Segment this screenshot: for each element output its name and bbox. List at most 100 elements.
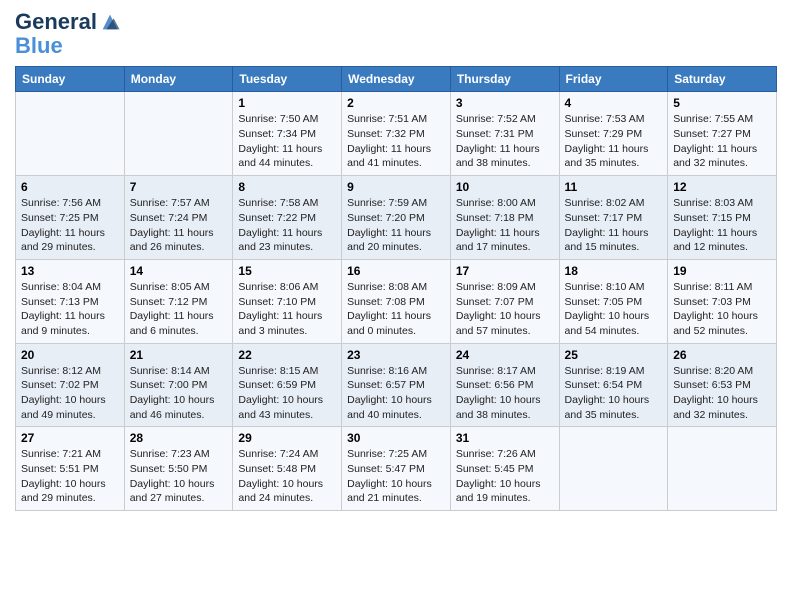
cell-info: Sunrise: 8:08 AM Sunset: 7:08 PM Dayligh…	[347, 280, 445, 339]
cell-info: Sunrise: 7:23 AM Sunset: 5:50 PM Dayligh…	[130, 447, 228, 506]
day-number: 31	[456, 431, 554, 445]
calendar-cell-r1c4: 10 Sunrise: 8:00 AM Sunset: 7:18 PM Dayli…	[450, 176, 559, 260]
day-number: 6	[21, 180, 119, 194]
cell-info: Sunrise: 8:11 AM Sunset: 7:03 PM Dayligh…	[673, 280, 771, 339]
day-number: 12	[673, 180, 771, 194]
calendar-cell-r4c1: 28 Sunrise: 7:23 AM Sunset: 5:50 PM Dayli…	[124, 427, 233, 511]
cell-info: Sunrise: 8:03 AM Sunset: 7:15 PM Dayligh…	[673, 196, 771, 255]
day-number: 5	[673, 96, 771, 110]
calendar-cell-r4c4: 31 Sunrise: 7:26 AM Sunset: 5:45 PM Dayli…	[450, 427, 559, 511]
day-number: 15	[238, 264, 336, 278]
day-number: 27	[21, 431, 119, 445]
calendar-cell-r1c6: 12 Sunrise: 8:03 AM Sunset: 7:15 PM Dayli…	[668, 176, 777, 260]
cell-info: Sunrise: 7:59 AM Sunset: 7:20 PM Dayligh…	[347, 196, 445, 255]
logo: General Blue	[15, 10, 121, 58]
day-number: 2	[347, 96, 445, 110]
day-number: 16	[347, 264, 445, 278]
calendar-cell-r2c6: 19 Sunrise: 8:11 AM Sunset: 7:03 PM Dayli…	[668, 259, 777, 343]
page-header: General Blue	[15, 10, 777, 58]
day-number: 29	[238, 431, 336, 445]
weekday-header-monday: Monday	[124, 67, 233, 92]
calendar-cell-r3c4: 24 Sunrise: 8:17 AM Sunset: 6:56 PM Dayli…	[450, 343, 559, 427]
cell-info: Sunrise: 7:53 AM Sunset: 7:29 PM Dayligh…	[565, 112, 663, 171]
calendar-cell-r4c3: 30 Sunrise: 7:25 AM Sunset: 5:47 PM Dayli…	[342, 427, 451, 511]
cell-info: Sunrise: 8:05 AM Sunset: 7:12 PM Dayligh…	[130, 280, 228, 339]
cell-info: Sunrise: 7:58 AM Sunset: 7:22 PM Dayligh…	[238, 196, 336, 255]
cell-info: Sunrise: 8:17 AM Sunset: 6:56 PM Dayligh…	[456, 364, 554, 423]
day-number: 30	[347, 431, 445, 445]
logo-icon	[99, 11, 121, 33]
calendar-cell-r0c1	[124, 92, 233, 176]
calendar-cell-r1c1: 7Sunrise: 7:57 AM Sunset: 7:24 PM Daylig…	[124, 176, 233, 260]
day-number: 28	[130, 431, 228, 445]
day-number: 18	[565, 264, 663, 278]
calendar-cell-r1c3: 9 Sunrise: 7:59 AM Sunset: 7:20 PM Daylig…	[342, 176, 451, 260]
cell-info: Sunrise: 8:02 AM Sunset: 7:17 PM Dayligh…	[565, 196, 663, 255]
calendar-cell-r3c1: 21Sunrise: 8:14 AM Sunset: 7:00 PM Dayli…	[124, 343, 233, 427]
day-number: 3	[456, 96, 554, 110]
logo-text: General	[15, 10, 97, 34]
day-number: 19	[673, 264, 771, 278]
cell-info: Sunrise: 8:15 AM Sunset: 6:59 PM Dayligh…	[238, 364, 336, 423]
cell-info: Sunrise: 7:25 AM Sunset: 5:47 PM Dayligh…	[347, 447, 445, 506]
calendar-table: SundayMondayTuesdayWednesdayThursdayFrid…	[15, 66, 777, 511]
calendar-cell-r1c2: 8Sunrise: 7:58 AM Sunset: 7:22 PM Daylig…	[233, 176, 342, 260]
day-number: 24	[456, 348, 554, 362]
day-number: 23	[347, 348, 445, 362]
weekday-header-saturday: Saturday	[668, 67, 777, 92]
day-number: 22	[238, 348, 336, 362]
cell-info: Sunrise: 8:00 AM Sunset: 7:18 PM Dayligh…	[456, 196, 554, 255]
calendar-cell-r4c2: 29 Sunrise: 7:24 AM Sunset: 5:48 PM Dayli…	[233, 427, 342, 511]
calendar-cell-r3c0: 20Sunrise: 8:12 AM Sunset: 7:02 PM Dayli…	[16, 343, 125, 427]
logo-subtext: Blue	[15, 33, 63, 58]
day-number: 7	[130, 180, 228, 194]
weekday-header-sunday: Sunday	[16, 67, 125, 92]
cell-info: Sunrise: 7:26 AM Sunset: 5:45 PM Dayligh…	[456, 447, 554, 506]
day-number: 13	[21, 264, 119, 278]
cell-info: Sunrise: 8:09 AM Sunset: 7:07 PM Dayligh…	[456, 280, 554, 339]
cell-info: Sunrise: 8:06 AM Sunset: 7:10 PM Dayligh…	[238, 280, 336, 339]
calendar-cell-r0c0	[16, 92, 125, 176]
cell-info: Sunrise: 8:10 AM Sunset: 7:05 PM Dayligh…	[565, 280, 663, 339]
cell-info: Sunrise: 8:19 AM Sunset: 6:54 PM Dayligh…	[565, 364, 663, 423]
day-number: 26	[673, 348, 771, 362]
calendar-cell-r1c5: 11 Sunrise: 8:02 AM Sunset: 7:17 PM Dayli…	[559, 176, 668, 260]
cell-info: Sunrise: 7:51 AM Sunset: 7:32 PM Dayligh…	[347, 112, 445, 171]
calendar-cell-r2c2: 15 Sunrise: 8:06 AM Sunset: 7:10 PM Dayli…	[233, 259, 342, 343]
calendar-cell-r0c2: 1Sunrise: 7:50 AM Sunset: 7:34 PM Daylig…	[233, 92, 342, 176]
calendar-cell-r0c3: 2 Sunrise: 7:51 AM Sunset: 7:32 PM Daylig…	[342, 92, 451, 176]
calendar-cell-r1c0: 6 Sunrise: 7:56 AM Sunset: 7:25 PM Daylig…	[16, 176, 125, 260]
weekday-header-wednesday: Wednesday	[342, 67, 451, 92]
day-number: 25	[565, 348, 663, 362]
calendar-cell-r3c2: 22 Sunrise: 8:15 AM Sunset: 6:59 PM Dayli…	[233, 343, 342, 427]
day-number: 17	[456, 264, 554, 278]
cell-info: Sunrise: 7:21 AM Sunset: 5:51 PM Dayligh…	[21, 447, 119, 506]
calendar-cell-r0c4: 3 Sunrise: 7:52 AM Sunset: 7:31 PM Daylig…	[450, 92, 559, 176]
weekday-header-friday: Friday	[559, 67, 668, 92]
weekday-header-thursday: Thursday	[450, 67, 559, 92]
calendar-cell-r2c4: 17 Sunrise: 8:09 AM Sunset: 7:07 PM Dayli…	[450, 259, 559, 343]
day-number: 9	[347, 180, 445, 194]
cell-info: Sunrise: 7:56 AM Sunset: 7:25 PM Dayligh…	[21, 196, 119, 255]
cell-info: Sunrise: 7:24 AM Sunset: 5:48 PM Dayligh…	[238, 447, 336, 506]
calendar-cell-r0c5: 4 Sunrise: 7:53 AM Sunset: 7:29 PM Daylig…	[559, 92, 668, 176]
calendar-cell-r2c5: 18 Sunrise: 8:10 AM Sunset: 7:05 PM Dayli…	[559, 259, 668, 343]
day-number: 10	[456, 180, 554, 194]
calendar-cell-r4c6	[668, 427, 777, 511]
day-number: 20	[21, 348, 119, 362]
day-number: 11	[565, 180, 663, 194]
calendar-cell-r2c0: 13 Sunrise: 8:04 AM Sunset: 7:13 PM Dayli…	[16, 259, 125, 343]
cell-info: Sunrise: 7:55 AM Sunset: 7:27 PM Dayligh…	[673, 112, 771, 171]
day-number: 4	[565, 96, 663, 110]
calendar-cell-r4c0: 27 Sunrise: 7:21 AM Sunset: 5:51 PM Dayli…	[16, 427, 125, 511]
cell-info: Sunrise: 8:16 AM Sunset: 6:57 PM Dayligh…	[347, 364, 445, 423]
calendar-cell-r3c5: 25 Sunrise: 8:19 AM Sunset: 6:54 PM Dayli…	[559, 343, 668, 427]
weekday-header-tuesday: Tuesday	[233, 67, 342, 92]
calendar-cell-r3c6: 26 Sunrise: 8:20 AM Sunset: 6:53 PM Dayli…	[668, 343, 777, 427]
cell-info: Sunrise: 8:04 AM Sunset: 7:13 PM Dayligh…	[21, 280, 119, 339]
calendar-cell-r3c3: 23 Sunrise: 8:16 AM Sunset: 6:57 PM Dayli…	[342, 343, 451, 427]
cell-info: Sunrise: 8:20 AM Sunset: 6:53 PM Dayligh…	[673, 364, 771, 423]
cell-info: Sunrise: 7:52 AM Sunset: 7:31 PM Dayligh…	[456, 112, 554, 171]
day-number: 1	[238, 96, 336, 110]
calendar-cell-r0c6: 5 Sunrise: 7:55 AM Sunset: 7:27 PM Daylig…	[668, 92, 777, 176]
